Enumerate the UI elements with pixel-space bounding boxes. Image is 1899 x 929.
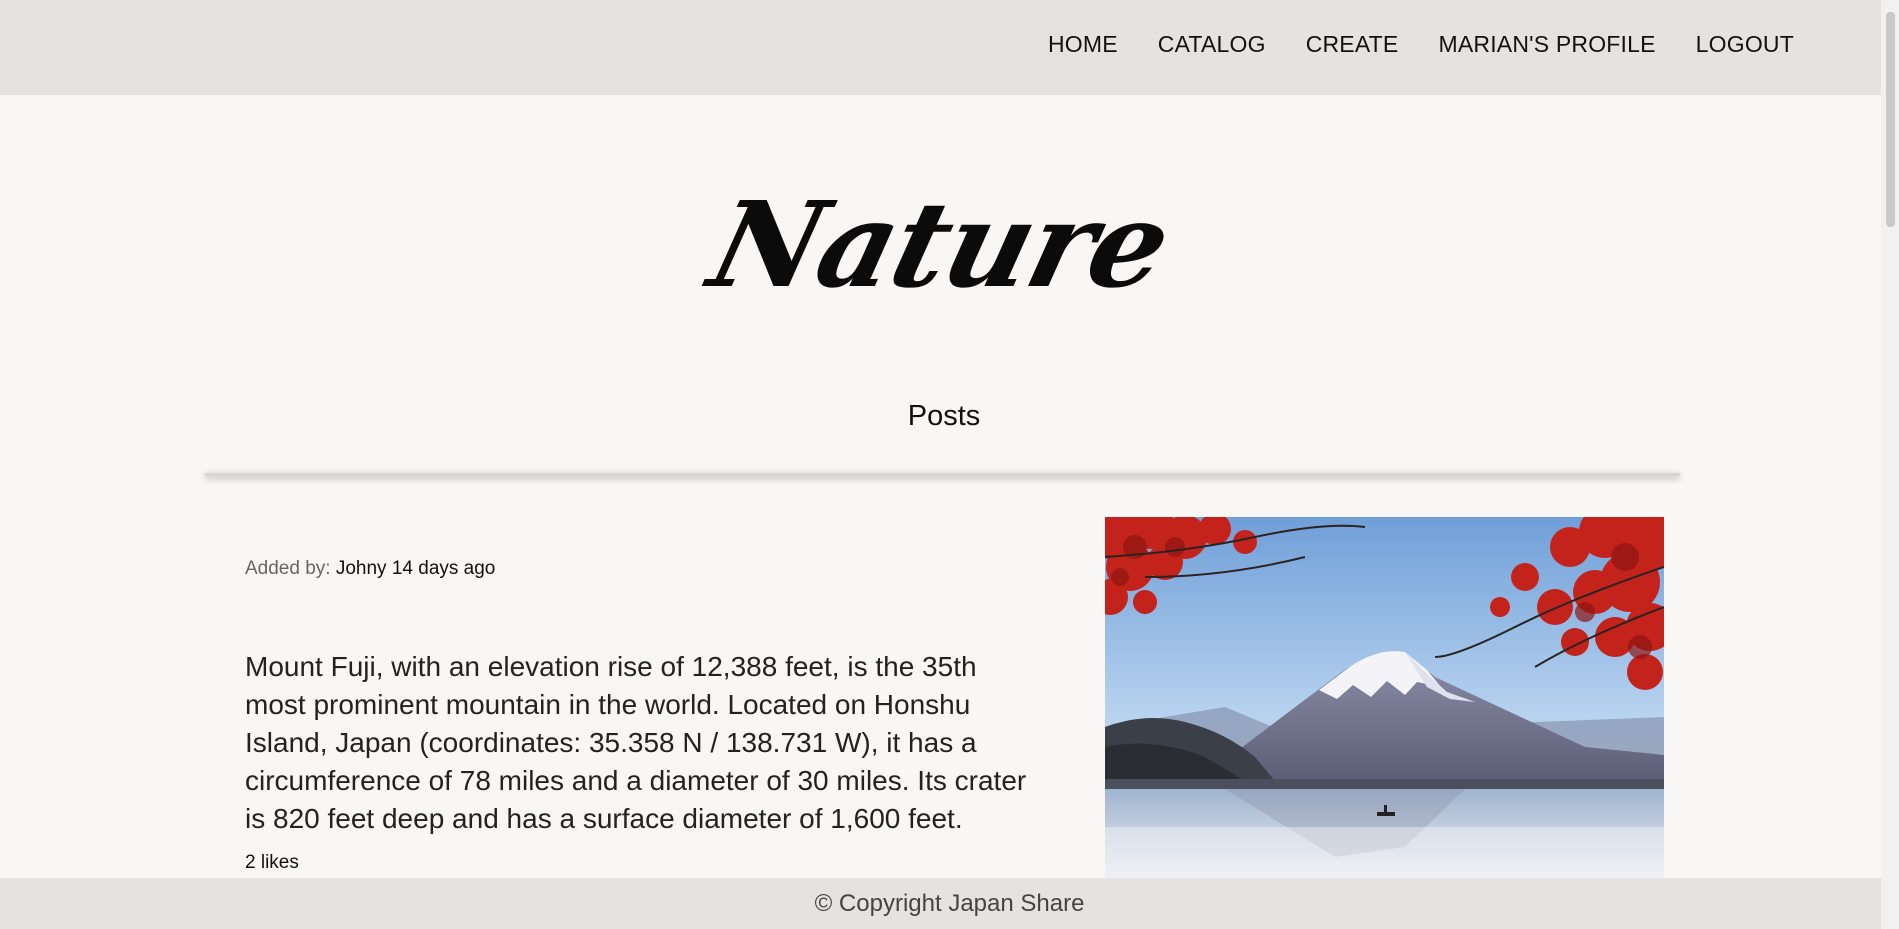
post-description: Mount Fuji, with an elevation rise of 12… <box>245 651 1027 834</box>
post-card: Added by: Johny 14 days ago Mount Fuji, … <box>0 478 1899 882</box>
section-divider <box>205 473 1680 476</box>
mount-fuji-image <box>1105 517 1664 882</box>
top-navigation-bar: HOME CATALOG CREATE MARIAN'S PROFILE LOG… <box>0 0 1899 95</box>
page-title: Nature <box>697 175 1183 314</box>
main-nav: HOME CATALOG CREATE MARIAN'S PROFILE LOG… <box>1048 31 1794 58</box>
likes-count: 2 likes <box>245 852 299 873</box>
footer-copyright: © Copyright Japan Share <box>814 890 1085 917</box>
nav-create-link[interactable]: CREATE <box>1306 31 1399 58</box>
post-meta: Added by: Johny 14 days ago <box>245 558 495 580</box>
nav-logout-link[interactable]: LOGOUT <box>1696 31 1794 58</box>
added-by-label: Added by: <box>245 558 331 579</box>
section-heading: Posts <box>907 400 981 432</box>
post-image[interactable] <box>1105 517 1664 882</box>
nav-catalog-link[interactable]: CATALOG <box>1158 31 1266 58</box>
nav-home-link[interactable]: HOME <box>1048 31 1118 58</box>
vertical-scrollbar[interactable] <box>1881 0 1899 929</box>
page: HOME CATALOG CREATE MARIAN'S PROFILE LOG… <box>0 0 1899 929</box>
scrollbar-thumb[interactable] <box>1886 12 1895 227</box>
page-footer: © Copyright Japan Share <box>0 878 1899 929</box>
nav-profile-link[interactable]: MARIAN'S PROFILE <box>1438 31 1655 58</box>
post-author-time: Johny 14 days ago <box>335 558 496 579</box>
